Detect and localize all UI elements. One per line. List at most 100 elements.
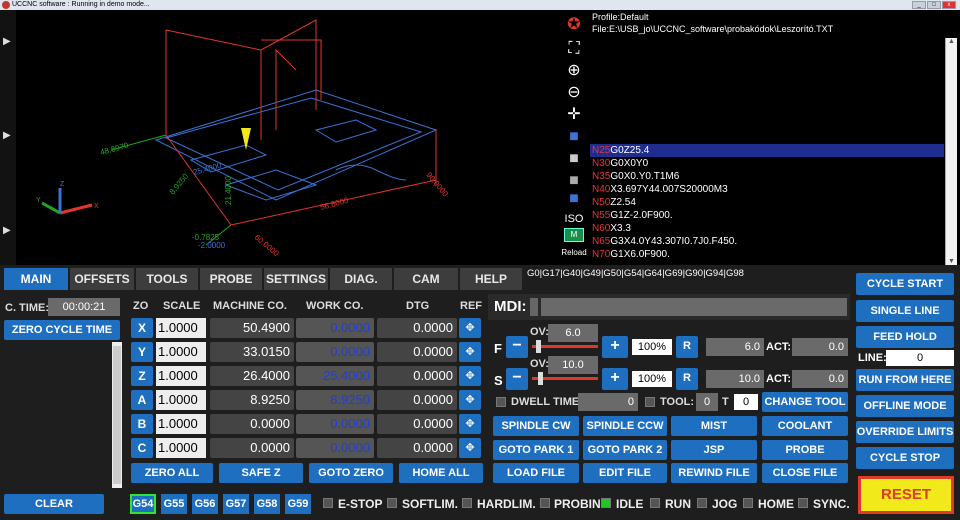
single-line-button[interactable]: SINGLE LINE xyxy=(856,300,954,322)
axis-b-button[interactable]: B xyxy=(131,414,153,434)
zero-cycle-time-button[interactable]: ZERO CYCLE TIME xyxy=(4,320,120,340)
spindle-minus-button[interactable]: − xyxy=(506,368,528,390)
zoom-out-icon[interactable]: ⊖ xyxy=(564,84,584,102)
tool-checkbox[interactable] xyxy=(645,397,655,407)
scale-a[interactable]: 1.0000 xyxy=(156,390,206,410)
ref-c-icon[interactable]: ✥ xyxy=(459,438,481,458)
gcode-line[interactable]: N65G3X4.0Y43.307I0.7J0.F450. xyxy=(590,235,944,248)
line-value[interactable]: 0 xyxy=(886,350,954,366)
axis-c-button[interactable]: C xyxy=(131,438,153,458)
cube-iso-icon[interactable]: ■ xyxy=(564,190,584,208)
probe-button[interactable]: PROBE xyxy=(762,440,848,460)
axis-y-button[interactable]: Y xyxy=(131,342,153,362)
expand-arrow-icon[interactable]: ▶ xyxy=(3,36,11,47)
gcode-line[interactable]: N35G0X0.Y0.T1M6 xyxy=(590,170,944,183)
t-value[interactable]: 0 xyxy=(734,394,758,410)
axis-x-button[interactable]: X xyxy=(131,318,153,338)
gcode-line[interactable]: N30G0X0Y0 xyxy=(590,157,944,170)
scale-b[interactable]: 1.0000 xyxy=(156,414,206,434)
load-file-button[interactable]: LOAD FILE xyxy=(493,463,579,483)
change-tool-button[interactable]: CHANGE TOOL xyxy=(762,392,848,412)
tab-help[interactable]: HELP xyxy=(460,268,522,290)
zoom-in-icon[interactable]: ⊕ xyxy=(564,62,584,80)
cycle-stop-button[interactable]: CYCLE STOP xyxy=(856,447,954,469)
gcode-line[interactable]: N60X3.3 xyxy=(590,222,944,235)
left-scrollbar[interactable] xyxy=(112,342,122,488)
spindle-slider-knob[interactable] xyxy=(538,372,544,385)
ref-y-icon[interactable]: ✥ xyxy=(459,342,481,362)
ref-b-icon[interactable]: ✥ xyxy=(459,414,481,434)
fixture-g57-button[interactable]: G57 xyxy=(223,494,249,514)
work-c[interactable]: 0.0000 xyxy=(296,438,374,458)
feed-percent[interactable]: 100% xyxy=(632,339,672,355)
toolpath-viewer[interactable]: X Z Y 48.8970 25.4000 8.9250 21.4000 -0.… xyxy=(16,10,560,265)
cycle-start-button[interactable]: CYCLE START xyxy=(856,273,954,295)
reset-button[interactable]: RESET xyxy=(858,476,954,514)
iso-label[interactable]: ISO xyxy=(564,210,584,228)
goto-park2-button[interactable]: GOTO PARK 2 xyxy=(583,440,667,460)
logo-icon[interactable]: ✪ xyxy=(564,16,584,34)
tab-probe[interactable]: PROBE xyxy=(200,268,262,290)
gcode-list[interactable]: N25G0Z25.4 N30G0X0Y0 N35G0X0.Y0.T1M6 N40X3.… xyxy=(590,38,946,265)
fixture-g58-button[interactable]: G58 xyxy=(254,494,280,514)
fixture-g56-button[interactable]: G56 xyxy=(192,494,218,514)
rewind-file-button[interactable]: REWIND FILE xyxy=(671,463,757,483)
close-icon[interactable]: x xyxy=(942,1,956,9)
minimize-icon[interactable]: _ xyxy=(912,1,926,9)
gcode-line[interactable]: N55G1Z-2.0F900. xyxy=(590,209,944,222)
tab-diag[interactable]: DIAG. xyxy=(330,268,392,290)
edit-file-button[interactable]: EDIT FILE xyxy=(583,463,667,483)
tab-tools[interactable]: TOOLS xyxy=(136,268,198,290)
override-limits-button[interactable]: OVERRIDE LIMITS xyxy=(856,421,954,443)
tab-cam[interactable]: CAM xyxy=(394,268,458,290)
spindle-reset-button[interactable]: R xyxy=(676,368,698,390)
tab-settings[interactable]: SETTINGS xyxy=(264,268,328,290)
close-file-button[interactable]: CLOSE FILE xyxy=(762,463,848,483)
expand-arrow-icon[interactable]: ▶ xyxy=(3,225,11,236)
dwell-value[interactable]: 0 xyxy=(578,393,638,411)
spindle-slider[interactable] xyxy=(532,372,598,385)
spindle-cw-button[interactable]: SPINDLE CW xyxy=(493,416,579,436)
cube-side-icon[interactable]: ■ xyxy=(564,172,584,190)
ref-z-icon[interactable]: ✥ xyxy=(459,366,481,386)
work-b[interactable]: 0.0000 xyxy=(296,414,374,434)
expand-arrow-icon[interactable]: ▶ xyxy=(3,130,11,141)
axis-z-button[interactable]: Z xyxy=(131,366,153,386)
mdi-handle[interactable] xyxy=(530,298,538,316)
spindle-percent[interactable]: 100% xyxy=(632,371,672,387)
cube-top-icon[interactable]: ■ xyxy=(564,128,584,146)
goto-zero-button[interactable]: GOTO ZERO xyxy=(309,463,393,483)
work-a[interactable]: 8.9250 xyxy=(296,390,374,410)
offline-mode-button[interactable]: OFFLINE MODE xyxy=(856,395,954,417)
cube-front-icon[interactable]: ■ xyxy=(564,150,584,168)
scale-y[interactable]: 1.0000 xyxy=(156,342,206,362)
feed-hold-button[interactable]: FEED HOLD xyxy=(856,326,954,348)
fixture-g54-button[interactable]: G54 xyxy=(130,494,156,514)
gcode-scrollbar[interactable]: ▲ ▼ xyxy=(945,38,957,265)
maximize-icon[interactable]: □ xyxy=(927,1,941,9)
jsp-button[interactable]: JSP xyxy=(671,440,757,460)
clear-button[interactable]: CLEAR xyxy=(4,494,104,514)
reload-icon[interactable]: M xyxy=(564,228,584,242)
feed-slider[interactable] xyxy=(532,340,598,353)
home-all-button[interactable]: HOME ALL xyxy=(399,463,483,483)
safe-z-button[interactable]: SAFE Z xyxy=(219,463,303,483)
mdi-input[interactable] xyxy=(541,298,847,316)
axis-a-button[interactable]: A xyxy=(131,390,153,410)
scale-x[interactable]: 1.0000 xyxy=(156,318,206,338)
pan-icon[interactable]: ✛ xyxy=(564,106,584,124)
scale-z[interactable]: 1.0000 xyxy=(156,366,206,386)
tab-offsets[interactable]: OFFSETS xyxy=(70,268,134,290)
zero-all-button[interactable]: ZERO ALL xyxy=(131,463,213,483)
spindle-ccw-button[interactable]: SPINDLE CCW xyxy=(583,416,667,436)
mist-button[interactable]: MIST xyxy=(671,416,757,436)
work-x[interactable]: 0.0000 xyxy=(296,318,374,338)
fixture-g59-button[interactable]: G59 xyxy=(285,494,311,514)
coolant-button[interactable]: COOLANT xyxy=(762,416,848,436)
fixture-g55-button[interactable]: G55 xyxy=(161,494,187,514)
ref-a-icon[interactable]: ✥ xyxy=(459,390,481,410)
fit-icon[interactable]: ⛶ xyxy=(564,40,584,58)
feed-reset-button[interactable]: R xyxy=(676,336,698,358)
reload-label[interactable]: Reload xyxy=(560,244,588,262)
spindle-plus-button[interactable]: + xyxy=(602,368,628,390)
